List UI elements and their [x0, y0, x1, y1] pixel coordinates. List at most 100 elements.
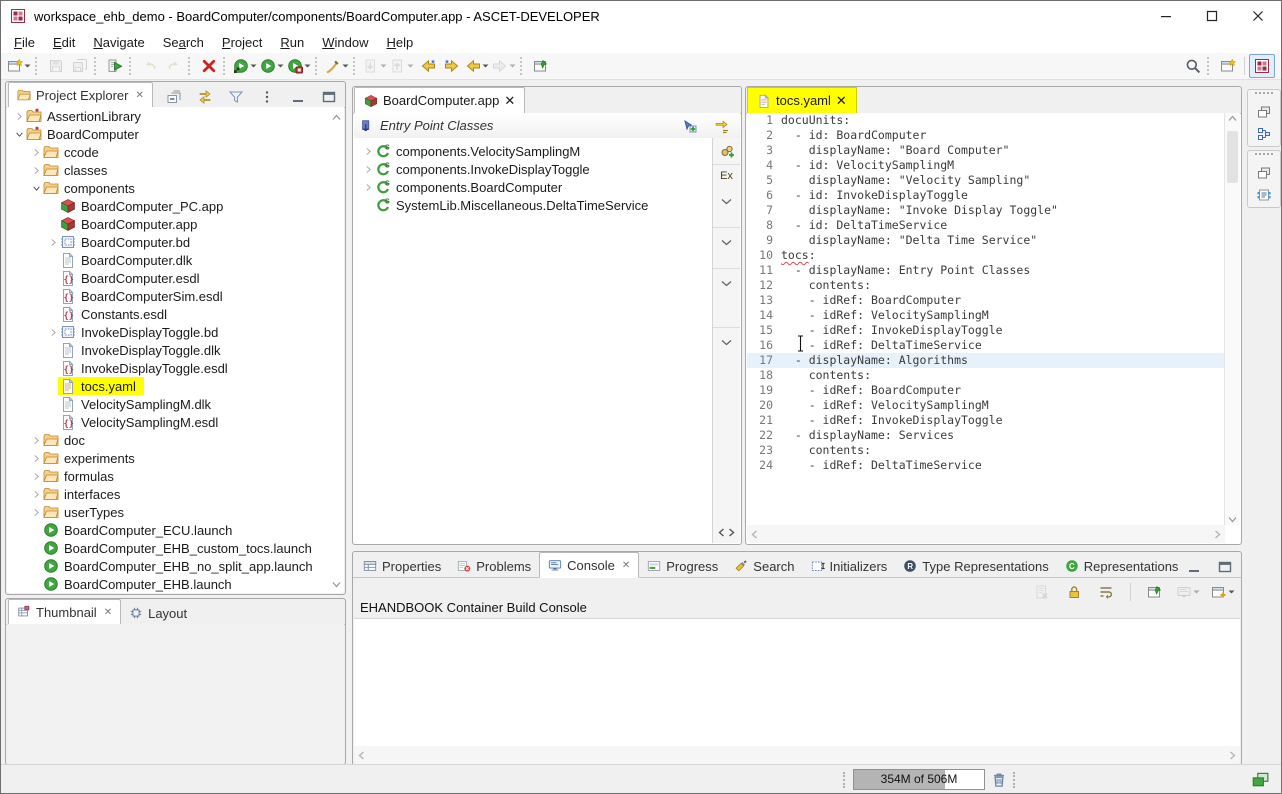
dropdown-arrow-icon[interactable]: [379, 63, 388, 69]
tab-initializers[interactable]: Initializers: [803, 554, 896, 578]
dropdown-arrow-icon[interactable]: [23, 63, 32, 69]
entry-point-item[interactable]: Scomponents.VelocitySamplingM: [354, 142, 713, 160]
tree-item[interactable]: BoardComputer.app: [7, 215, 344, 233]
forward-button[interactable]: [491, 55, 518, 77]
code-line[interactable]: 13 - idRef: BoardComputer: [747, 293, 1225, 308]
tree-item[interactable]: userTypes: [7, 503, 344, 521]
drag-handle[interactable]: [843, 772, 849, 788]
entry-point-item[interactable]: SSystemLib.Miscellaneous.DeltaTimeServic…: [354, 196, 713, 214]
tab-console[interactable]: Console✕: [539, 552, 639, 578]
new-button[interactable]: [6, 55, 33, 77]
tree-item[interactable]: VelocitySamplingM.dlk: [7, 395, 344, 413]
menu-run[interactable]: Run: [271, 33, 313, 52]
dropdown-arrow-icon[interactable]: [406, 63, 415, 69]
tree-item[interactable]: classes: [7, 161, 344, 179]
close-icon[interactable]: ✕: [135, 90, 143, 101]
add-entry-point-button[interactable]: [678, 115, 702, 137]
dropdown-arrow-icon[interactable]: [481, 63, 490, 69]
back-button[interactable]: [464, 55, 491, 77]
clear-console-button[interactable]: [1030, 581, 1054, 603]
code-line[interactable]: 20 - idRef: VelocitySamplingM: [747, 398, 1225, 413]
yaml-code-area[interactable]: 1docuUnits:2 - id: BoardComputer3 displa…: [747, 113, 1225, 525]
palette-category-collapsed[interactable]: [713, 269, 740, 295]
code-line[interactable]: 2 - id: BoardComputer: [747, 128, 1225, 143]
save-all-button[interactable]: [68, 55, 92, 77]
collapse-all-button[interactable]: [162, 86, 186, 108]
tree-item[interactable]: {}BoardComputerSim.esdl: [7, 287, 344, 305]
tab-type-representations[interactable]: RType Representations: [895, 554, 1056, 578]
tree-item[interactable]: BoardComputer_PC.app: [7, 197, 344, 215]
expand-icon[interactable]: [30, 165, 43, 176]
drag-handle[interactable]: [1255, 153, 1273, 159]
link-with-editor-button[interactable]: [193, 86, 217, 108]
expand-icon[interactable]: [47, 237, 60, 248]
save-button[interactable]: [44, 55, 68, 77]
palette-category-collapsed[interactable]: [713, 228, 740, 254]
dropdown-arrow-icon[interactable]: [1192, 589, 1201, 595]
entry-point-item[interactable]: Scomponents.InvokeDisplayToggle: [354, 160, 713, 178]
code-line[interactable]: 9 displayName: "Delta Time Service": [747, 233, 1225, 248]
tree-item[interactable]: BoardComputer.dlk: [7, 251, 344, 269]
tree-item[interactable]: BoardComputer: [7, 125, 344, 143]
collapse-icon[interactable]: [13, 129, 26, 140]
tree-item[interactable]: {}Constants.esdl: [7, 305, 344, 323]
open-console-button[interactable]: [1210, 581, 1237, 603]
next-annotation-button[interactable]: [362, 55, 389, 77]
open-perspective-button[interactable]: [1216, 55, 1240, 77]
code-line[interactable]: 17 - displayName: Algorithms: [747, 353, 1225, 368]
expand-icon[interactable]: [30, 435, 43, 446]
back-history-button[interactable]: [416, 55, 440, 77]
expand-icon[interactable]: [47, 327, 60, 338]
tree-item[interactable]: BoardComputer.bd: [7, 233, 344, 251]
view-menu-button[interactable]: [255, 86, 279, 108]
code-line[interactable]: 1docuUnits:: [747, 113, 1225, 128]
expand-icon[interactable]: [30, 471, 43, 482]
scroll-left-icon[interactable]: [358, 748, 365, 763]
tab-project-explorer[interactable]: Project Explorer ✕: [8, 82, 153, 108]
expand-icon[interactable]: [13, 111, 26, 122]
close-icon[interactable]: ✕: [836, 93, 847, 109]
tree-item[interactable]: doc: [7, 431, 344, 449]
tree-item[interactable]: BoardComputer_ECU.launch: [7, 521, 344, 539]
scroll-left-icon[interactable]: [751, 527, 758, 542]
palette-settings-button[interactable]: [713, 138, 740, 164]
tree-item[interactable]: interfaces: [7, 485, 344, 503]
scroll-up-icon[interactable]: [332, 109, 341, 124]
run-button[interactable]: [259, 55, 286, 77]
yaml-horizontal-scrollbar[interactable]: [747, 525, 1225, 543]
garbage-collect-button[interactable]: [989, 770, 1009, 790]
tree-item[interactable]: InvokeDisplayToggle.bd: [7, 323, 344, 341]
code-line[interactable]: 18 contents:: [747, 368, 1225, 383]
expand-icon[interactable]: [362, 182, 375, 193]
run-experiment-button[interactable]: [232, 55, 259, 77]
drag-handle[interactable]: [1255, 92, 1273, 98]
redo-button[interactable]: [162, 55, 186, 77]
terminate-button[interactable]: [197, 55, 221, 77]
forward-history-button[interactable]: [440, 55, 464, 77]
close-icon[interactable]: ✕: [622, 560, 630, 571]
scroll-lock-button[interactable]: [1062, 581, 1086, 603]
tab-search[interactable]: Search: [726, 554, 802, 578]
undo-button[interactable]: [138, 55, 162, 77]
tab-progress[interactable]: Progress: [639, 554, 726, 578]
dropdown-arrow-icon[interactable]: [508, 63, 517, 69]
palette-category-collapsed[interactable]: [713, 187, 740, 213]
expand-icon[interactable]: [30, 147, 43, 158]
tab-problems[interactable]: Problems: [449, 554, 539, 578]
restore-windows-icon[interactable]: [1251, 770, 1269, 788]
generate-code-button[interactable]: [103, 55, 127, 77]
drag-handle[interactable]: [1013, 772, 1019, 788]
experiment-tools-button[interactable]: [324, 55, 351, 77]
maximize-button[interactable]: [317, 86, 341, 108]
scroll-right-icon[interactable]: [1214, 527, 1221, 542]
expand-icon[interactable]: [30, 489, 43, 500]
scroll-right-icon[interactable]: [1229, 748, 1236, 763]
code-line[interactable]: 10tocs:: [747, 248, 1225, 263]
dropdown-arrow-icon[interactable]: [249, 63, 258, 69]
close-icon[interactable]: ✕: [504, 93, 515, 109]
menu-file[interactable]: File: [5, 33, 44, 52]
tab-tocs-yaml[interactable]: tocs.yaml ✕: [747, 87, 857, 114]
palette-scroll-right-icon[interactable]: [728, 525, 735, 540]
tree-item[interactable]: {}BoardComputer.esdl: [7, 269, 344, 287]
code-line[interactable]: 19 - idRef: BoardComputer: [747, 383, 1225, 398]
